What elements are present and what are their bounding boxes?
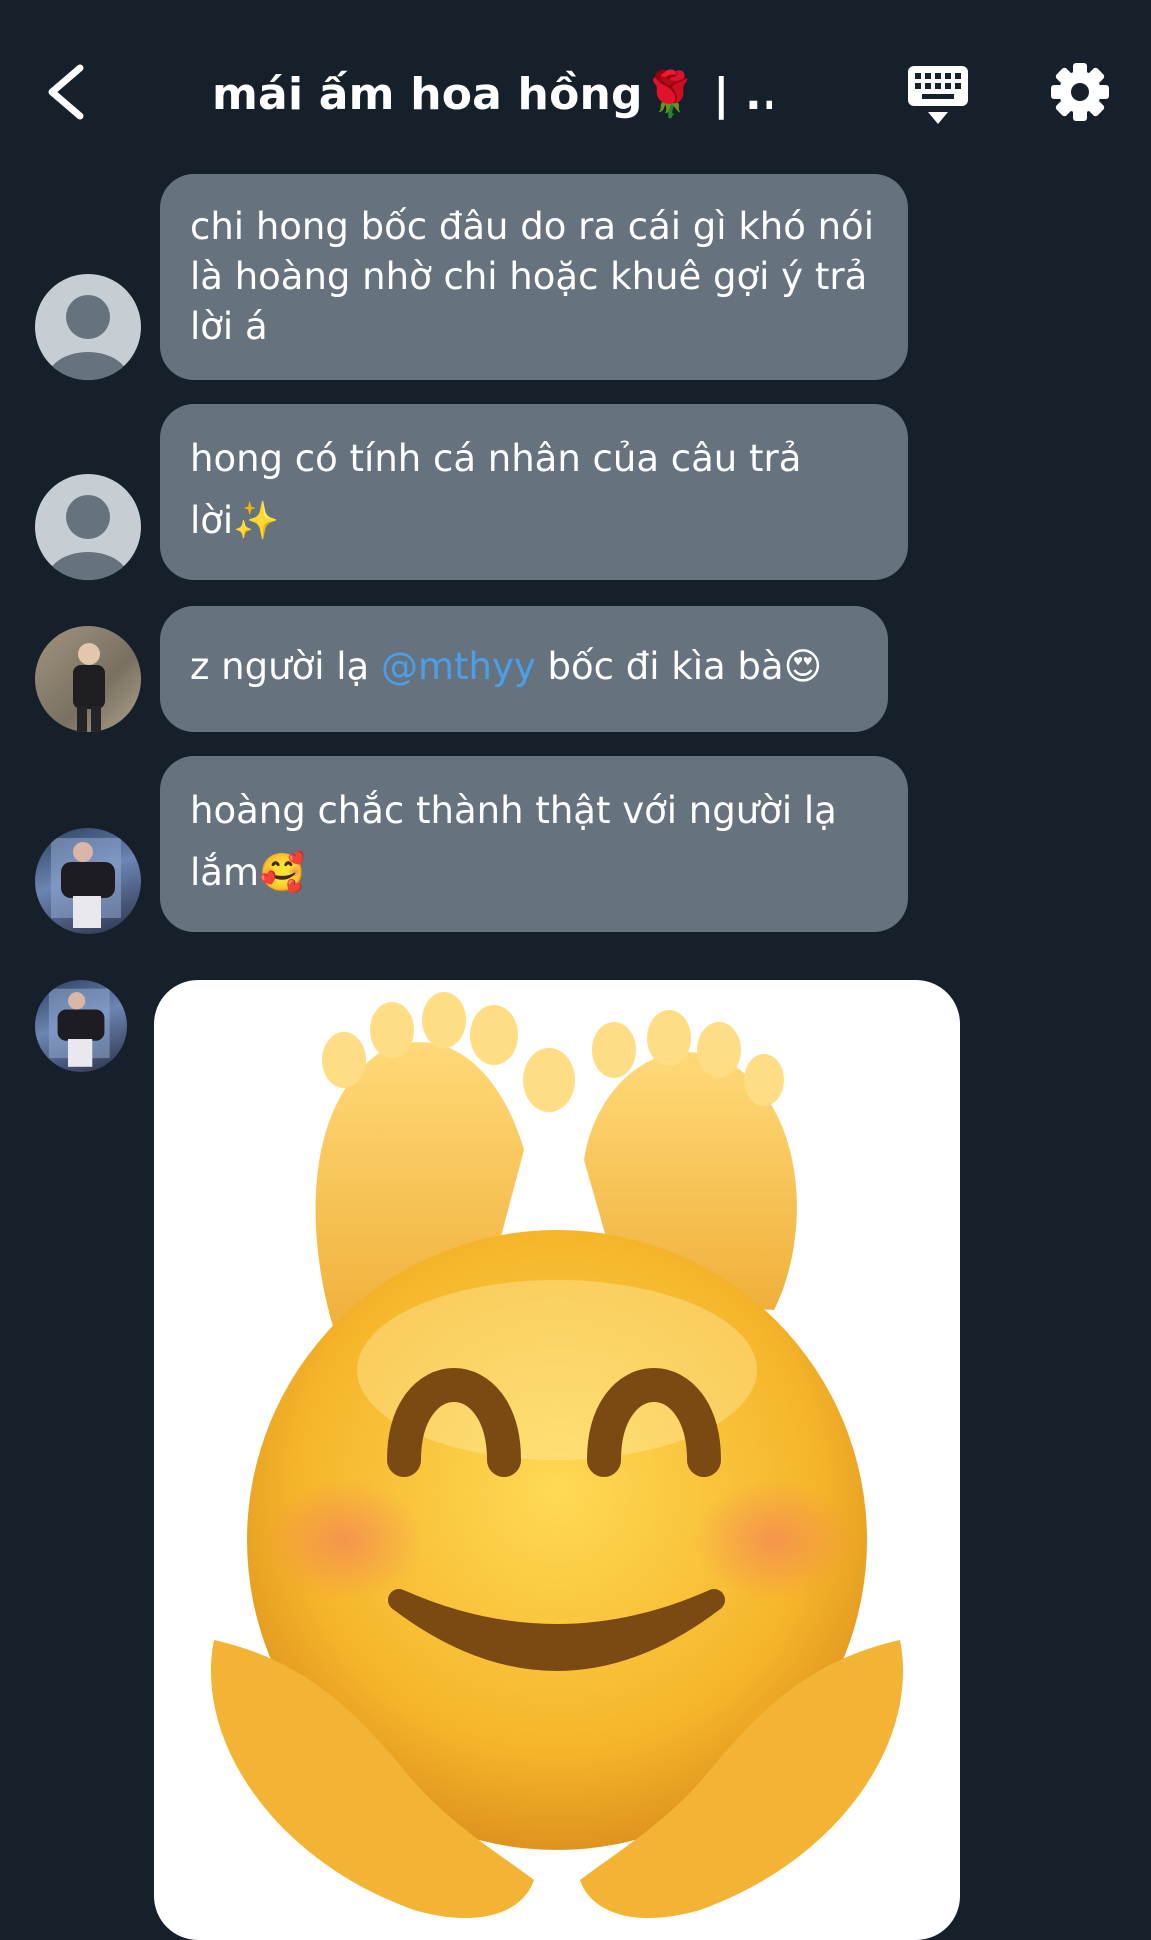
keyboard-button[interactable] [906,64,970,126]
message-bubble[interactable]: z người lạ @mthyy bốc đi kìa bà😍 [160,606,888,732]
message-text: hoàng chắc thành thật với người lạ lắm🥰 [190,789,837,894]
keyboard-icon [908,66,968,124]
back-button[interactable] [38,60,98,124]
chevron-left-icon [48,64,84,120]
default-avatar-icon [48,495,128,580]
image-attachment[interactable] [154,980,960,1940]
message-text: chi hong bốc đâu do ra cái gì khó nói là… [190,205,874,348]
smiling-face-emoji-sticker [210,992,904,1919]
chat-title[interactable]: mái ấm hoa hồng🌹 | ... [212,68,772,120]
person-photo-icon [51,838,121,928]
default-avatar-icon [48,295,128,380]
message-bubble[interactable]: hong có tính cá nhân của câu trả lời✨ [160,404,908,580]
avatar[interactable] [35,274,141,380]
message-text-after: bốc đi kìa bà😍 [535,645,823,688]
chat-header: mái ấm hoa hồng🌹 | ... [0,0,1151,180]
message-text: hong có tính cá nhân của câu trả lời✨ [190,437,802,542]
message-bubble[interactable]: chi hong bốc đâu do ra cái gì khó nói là… [160,174,908,380]
person-photo-icon [48,988,110,1067]
avatar[interactable] [35,474,141,580]
settings-button[interactable] [1050,62,1110,122]
message-bubble[interactable]: hoàng chắc thành thật với người lạ lắm🥰 [160,756,908,932]
avatar[interactable] [35,980,127,1072]
gear-icon [1051,63,1109,121]
avatar[interactable] [35,828,141,934]
person-photo-icon [35,626,141,732]
avatar[interactable] [35,626,141,732]
user-mention[interactable]: @mthyy [381,645,536,688]
message-text-before: z người lạ [190,645,381,688]
